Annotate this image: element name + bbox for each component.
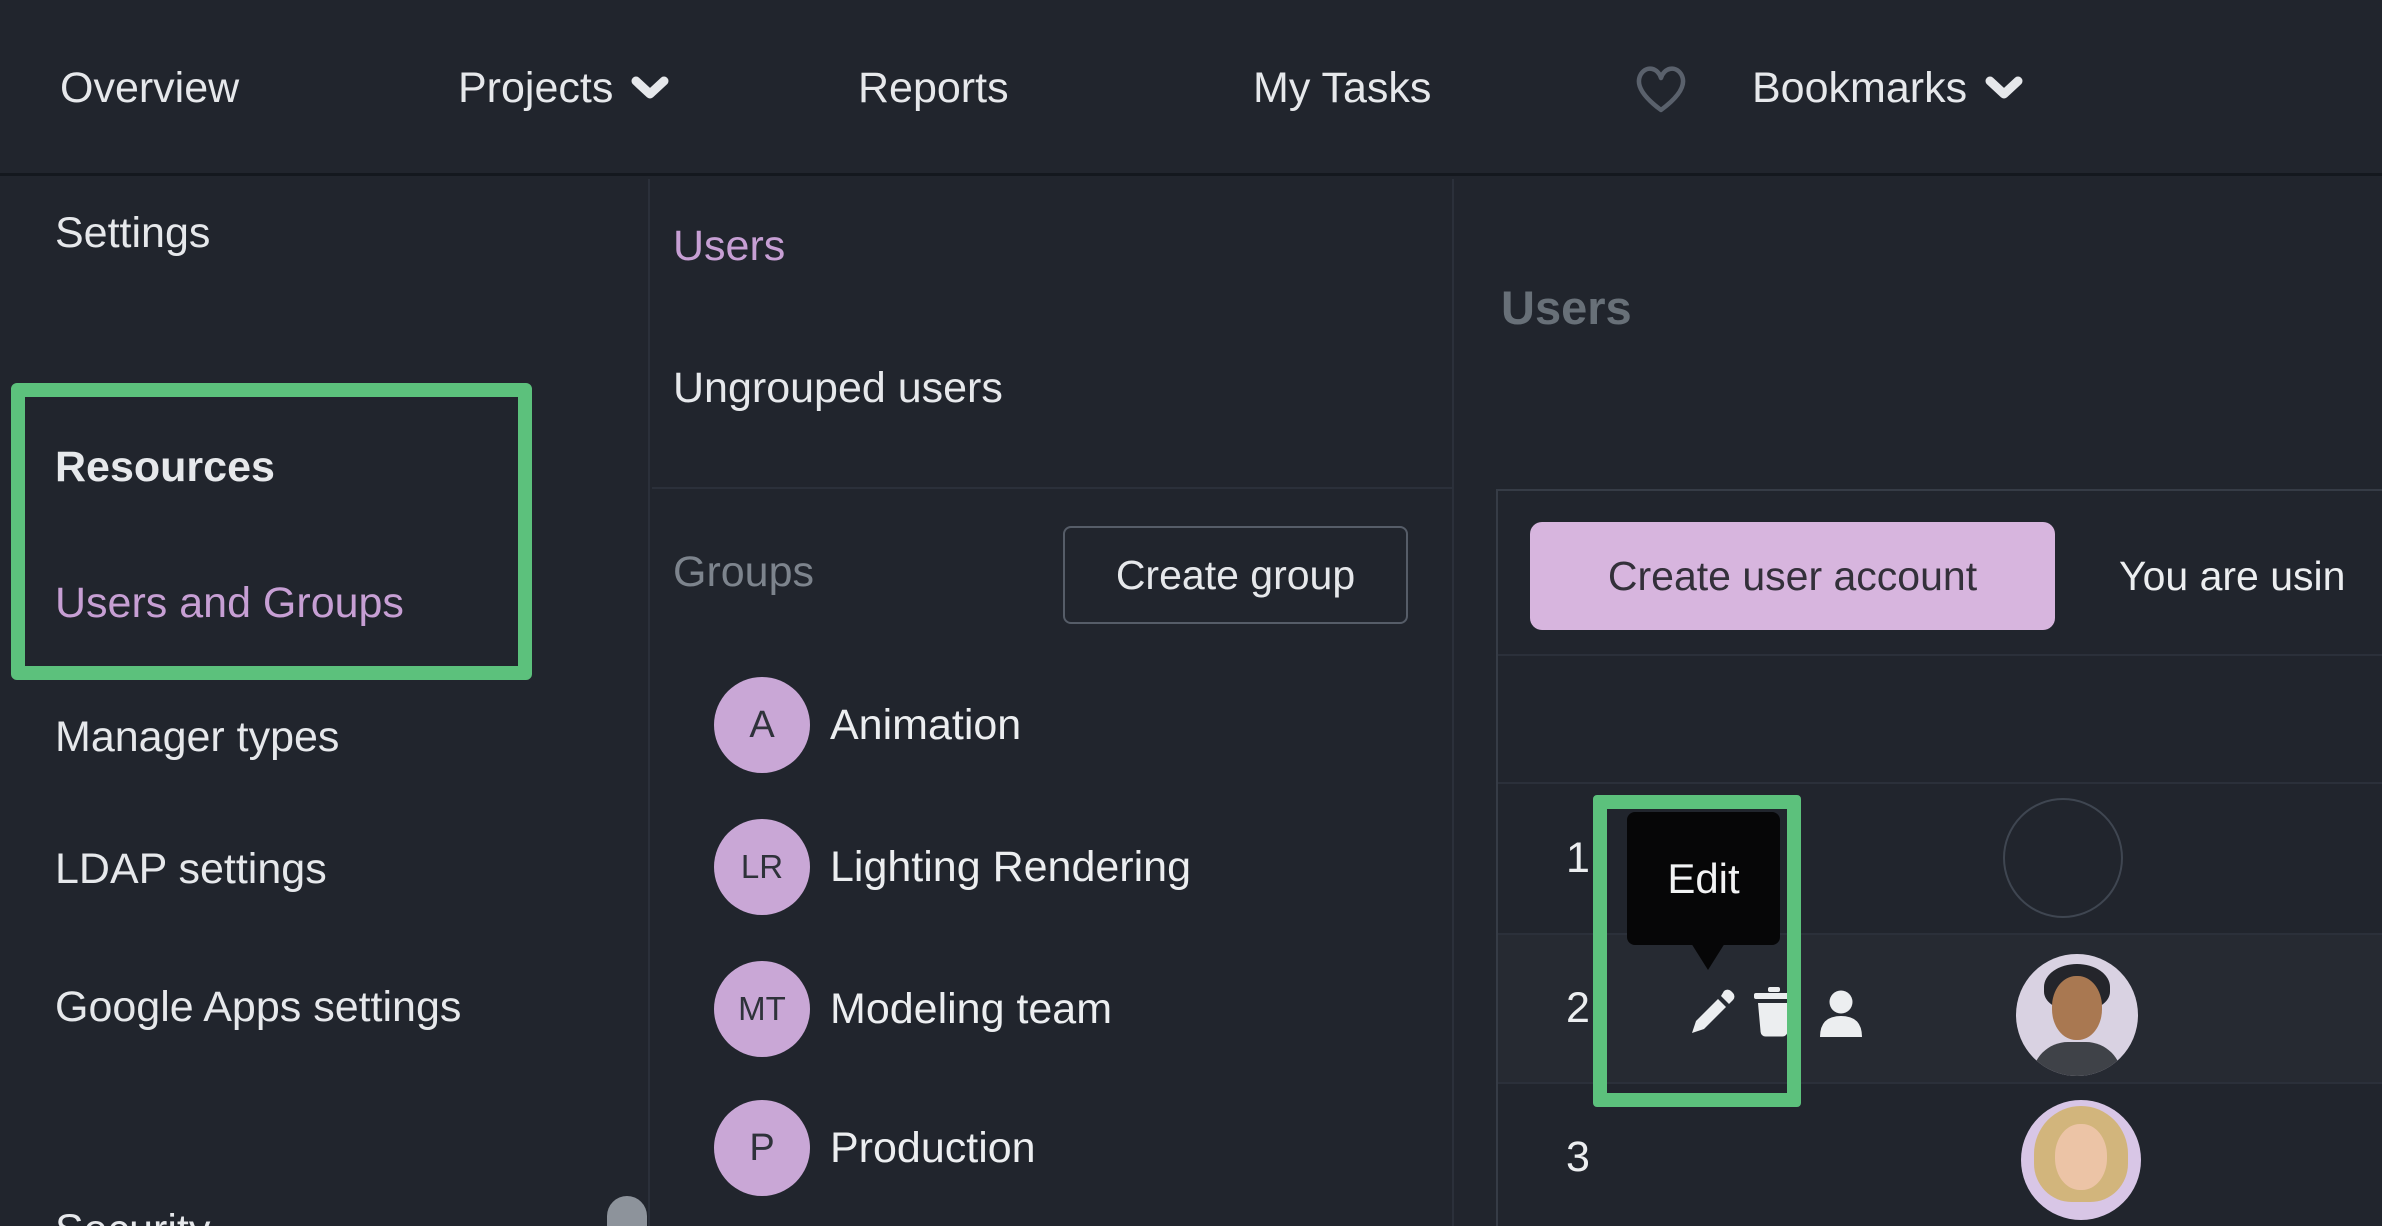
link-users[interactable]: Users [673, 222, 785, 270]
divider [652, 487, 1454, 489]
top-nav: Overview Projects Reports My Tasks Bookm… [0, 0, 2382, 176]
nav-item-reports[interactable]: Reports [858, 0, 1009, 176]
sidebar-item-google-apps-settings[interactable]: Google Apps settings [55, 983, 461, 1031]
nav-item-projects[interactable]: Projects [458, 0, 669, 176]
group-avatar: P [714, 1100, 810, 1196]
group-avatar: A [714, 677, 810, 773]
page-title: Users [1501, 280, 1632, 335]
group-avatar: MT [714, 961, 810, 1057]
group-name: Animation [830, 701, 1021, 750]
annotation-box-edit-icon [1593, 795, 1801, 1107]
chevron-down-icon [631, 75, 669, 101]
settings-sidebar: Settings Resources Users and Groups Mana… [0, 179, 650, 1226]
users-groups-panel: Users Ungrouped users Groups Create grou… [652, 179, 1454, 1226]
group-name: Modeling team [830, 985, 1112, 1034]
group-row-production[interactable]: P Production [714, 1100, 1036, 1196]
user-person-icon[interactable] [1814, 989, 1868, 1044]
nav-item-bookmarks[interactable]: Bookmarks [1752, 0, 2023, 176]
heart-icon[interactable] [1630, 0, 1692, 176]
sidebar-item-security[interactable]: Security [55, 1206, 210, 1226]
sidebar-item-manager-types[interactable]: Manager types [55, 713, 339, 761]
sidebar-item-ldap-settings[interactable]: LDAP settings [55, 845, 327, 893]
group-name: Lighting Rendering [830, 843, 1191, 892]
license-status-text: You are usin [2119, 554, 2345, 598]
group-row-modeling-team[interactable]: MT Modeling team [714, 961, 1112, 1057]
nav-item-label: My Tasks [1253, 64, 1431, 113]
nav-item-my-tasks[interactable]: My Tasks [1253, 0, 1431, 176]
sidebar-scrollbar-thumb[interactable] [607, 1196, 647, 1226]
group-name: Production [830, 1124, 1036, 1173]
empty-avatar-placeholder [2003, 798, 2123, 918]
nav-item-label: Bookmarks [1752, 64, 1967, 113]
chevron-down-icon [1985, 75, 2023, 101]
nav-item-label: Projects [458, 64, 613, 113]
annotation-box-sidebar [11, 383, 532, 680]
table-row-number: 1 [1566, 834, 1590, 882]
divider [1498, 782, 2382, 784]
create-group-button[interactable]: Create group [1063, 526, 1408, 624]
user-photo-avatar-man [2016, 954, 2138, 1076]
nav-item-label: Reports [858, 64, 1009, 113]
users-content-panel: Users Create user account You are usin 1… [1456, 179, 2382, 1226]
group-avatar: LR [714, 819, 810, 915]
table-row-number: 3 [1566, 1133, 1590, 1181]
table-row-number: 2 [1566, 984, 1590, 1032]
nav-item-overview[interactable]: Overview [60, 0, 239, 176]
group-row-lighting-rendering[interactable]: LR Lighting Rendering [714, 819, 1191, 915]
sidebar-item-settings[interactable]: Settings [55, 209, 210, 257]
divider [1498, 654, 2382, 656]
user-photo-avatar-woman [2021, 1100, 2141, 1220]
group-row-animation[interactable]: A Animation [714, 677, 1021, 773]
nav-item-label: Overview [60, 64, 239, 113]
link-ungrouped-users[interactable]: Ungrouped users [673, 364, 1003, 412]
groups-section-label: Groups [673, 548, 814, 596]
create-user-account-button[interactable]: Create user account [1530, 522, 2055, 630]
